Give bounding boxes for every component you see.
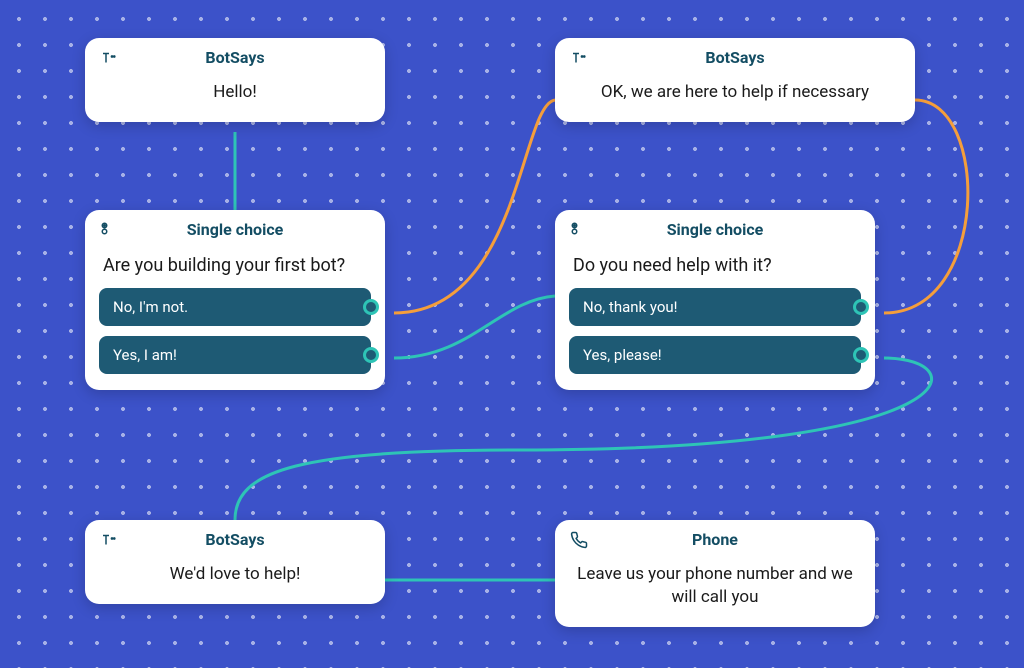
text-icon — [99, 48, 119, 68]
output-port[interactable] — [363, 347, 379, 363]
node-title: BotSays — [99, 48, 371, 67]
node-botsays-ok[interactable]: BotSays OK, we are here to help if neces… — [555, 38, 915, 122]
node-header: Phone — [555, 520, 875, 557]
choice-option-yes[interactable]: Yes, please! — [569, 336, 861, 374]
radio-list-icon — [99, 220, 119, 240]
node-header: BotSays — [555, 38, 915, 75]
output-port[interactable] — [853, 299, 869, 315]
choice-question: Do you need help with it? — [569, 251, 861, 288]
node-single-choice-needhelp[interactable]: Single choice Do you need help with it? … — [555, 210, 875, 390]
radio-list-icon — [569, 220, 589, 240]
node-body: Are you building your first bot? No, I'm… — [85, 247, 385, 390]
choice-label: No, thank you! — [583, 298, 678, 316]
node-body: Do you need help with it? No, thank you!… — [555, 247, 875, 390]
node-body-text: OK, we are here to help if necessary — [555, 75, 915, 122]
node-header: Single choice — [555, 210, 875, 247]
text-icon — [569, 48, 589, 68]
text-icon — [99, 530, 119, 550]
node-body-text: Leave us your phone number and we will c… — [555, 557, 875, 627]
node-title: Single choice — [569, 220, 861, 239]
output-port[interactable] — [363, 299, 379, 315]
node-phone[interactable]: Phone Leave us your phone number and we … — [555, 520, 875, 627]
choice-option-yes[interactable]: Yes, I am! — [99, 336, 371, 374]
output-port[interactable] — [853, 347, 869, 363]
choice-option-no[interactable]: No, thank you! — [569, 288, 861, 326]
node-header: BotSays — [85, 38, 385, 75]
node-title: BotSays — [99, 530, 371, 549]
choice-label: No, I'm not. — [113, 298, 188, 316]
node-header: BotSays — [85, 520, 385, 557]
node-body-text: Hello! — [85, 75, 385, 122]
choice-label: Yes, please! — [583, 346, 662, 364]
node-title: Phone — [569, 530, 861, 549]
node-body-text: We'd love to help! — [85, 557, 385, 604]
node-title: Single choice — [99, 220, 371, 239]
node-title: BotSays — [569, 48, 901, 67]
phone-icon — [569, 530, 589, 550]
node-single-choice-firstbot[interactable]: Single choice Are you building your firs… — [85, 210, 385, 390]
node-header: Single choice — [85, 210, 385, 247]
choice-label: Yes, I am! — [113, 346, 177, 364]
choice-option-no[interactable]: No, I'm not. — [99, 288, 371, 326]
node-botsays-hello[interactable]: BotSays Hello! — [85, 38, 385, 122]
node-botsays-lovehelp[interactable]: BotSays We'd love to help! — [85, 520, 385, 604]
choice-question: Are you building your first bot? — [99, 251, 371, 288]
